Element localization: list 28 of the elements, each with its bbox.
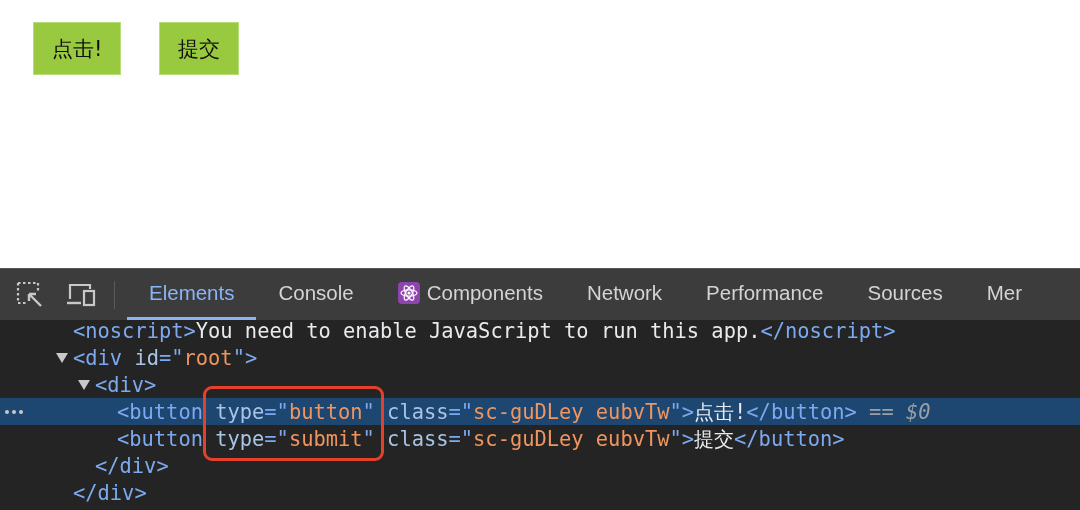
code-line: <button type="submit" class="sc-guDLey eubvTw">提交</button> — [117, 426, 845, 451]
panel-tab[interactable]: Sources — [845, 269, 965, 320]
panel-tab[interactable]: Console — [256, 269, 376, 320]
tree-row[interactable]: <noscript>You need to enable JavaScript to run this app.</noscript> — [0, 320, 1080, 344]
tree-row[interactable]: <div id="root"> — [0, 344, 1080, 371]
atom-icon — [397, 282, 420, 304]
tab-label: Components — [426, 281, 543, 305]
code-line: <noscript>You need to enable JavaScript to run this app.</noscript> — [73, 320, 896, 343]
panel-tab[interactable]: Components — [375, 269, 565, 320]
code-line: <div> — [95, 372, 157, 397]
panel-tab[interactable]: Network — [564, 269, 685, 320]
tree-row[interactable]: <div> — [0, 371, 1080, 398]
disclosure-triangle-icon[interactable] — [78, 378, 90, 391]
more-icon[interactable] — [5, 410, 23, 414]
tree-row[interactable]: <button type="button" class="sc-guDLey eubvTw">点击!</button> == $0 — [0, 398, 1080, 425]
page-button[interactable]: 提交 — [159, 22, 240, 75]
panel-tab[interactable]: Performance — [684, 269, 846, 320]
panel-tab[interactable]: Mer — [964, 269, 1044, 320]
code-line: </div> — [95, 453, 169, 478]
inspect-icon[interactable] — [16, 280, 44, 309]
code-line: <div id="root"> — [73, 345, 258, 370]
code-line: </div> — [73, 480, 147, 505]
panel-tab[interactable]: Elements — [127, 269, 257, 320]
tree-row[interactable]: <button type="submit" class="sc-guDLey eubvTw">提交</button> — [0, 425, 1080, 452]
disclosure-triangle-icon[interactable] — [56, 351, 68, 364]
device-toggle-icon[interactable] — [66, 282, 96, 307]
page-button[interactable]: 点击! — [33, 22, 122, 75]
code-line: <button type="button" class="sc-guDLey eubvTw">点击!</button> == $0 — [117, 399, 931, 424]
